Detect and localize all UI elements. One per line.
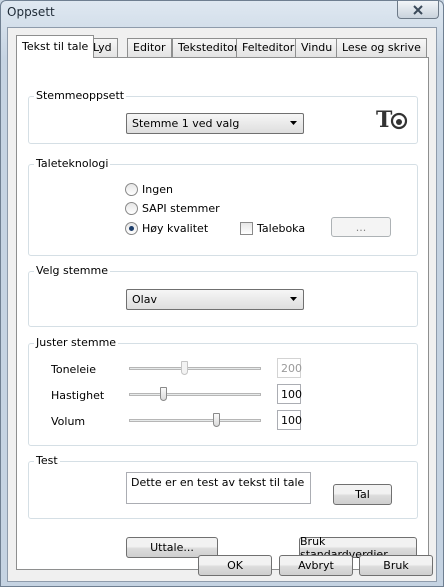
toneleie-label: Toneleie [51,363,96,376]
radio-circle [125,201,138,215]
volum-value[interactable]: 100 [277,410,302,430]
test-text-input[interactable]: Dette er en test av tekst til tale [126,472,311,504]
radio-ingen-label: Ingen [142,182,173,196]
radio-ingen[interactable]: Ingen [125,181,173,197]
voice-combo[interactable]: Olav [126,289,304,310]
hastighet-label: Hastighet [51,389,105,402]
volum-slider[interactable] [125,410,265,430]
hastighet-value[interactable]: 100 [277,384,302,404]
test-label: Test [34,454,60,468]
radio-circle [125,182,138,196]
slider-track [129,367,261,370]
window-title: Oppsett [7,5,55,19]
voice-setup-value: Stemme 1 ved valg [132,117,240,130]
slider-track [129,419,261,422]
chevron-down-icon [290,121,297,125]
slider-track [129,393,261,396]
test-group: Test Dette er en test av tekst til tale … [28,454,418,519]
title-bar[interactable]: Oppsett [1,1,443,27]
tab-lese-og-skrive[interactable]: Lese og skrive [336,38,427,57]
settings-window: Oppsett Tekst til tale Lyd Editor Tekste… [0,0,444,587]
taleboka-checkbox[interactable]: Taleboka [240,220,305,236]
speech-logo: T [376,107,410,133]
juster-stemme-group: Juster stemme Toneleie 200 Hastighet 100… [28,336,418,446]
toneleie-value[interactable]: 200 [277,358,302,378]
juster-stemme-label: Juster stemme [34,336,119,350]
slider-thumb[interactable] [160,387,168,401]
radio-hoy-kvalitet-label: Høy kvalitet [142,221,209,235]
logo-ring-icon [390,112,408,130]
stemmeoppsett-label: Stemmeoppsett [34,89,127,103]
tab-tekst-til-tale[interactable]: Tekst til tale [16,35,95,58]
radio-sapi-label: SAPI stemmer [142,201,220,215]
radio-sapi-stemmer[interactable]: SAPI stemmer [125,200,220,216]
taleteknologi-group: Taleteknologi Ingen SAPI stemmer Høy kva… [28,157,418,256]
velg-stemme-group: Velg stemme Olav [28,264,418,327]
voice-setup-combo[interactable]: Stemme 1 ved valg [126,113,304,134]
radio-circle-checked [125,221,138,235]
ok-button[interactable]: OK [198,555,272,576]
slider-thumb[interactable] [213,413,221,427]
tab-editor[interactable]: Editor [127,38,172,57]
tab-felteditor[interactable]: Felteditor [236,38,301,57]
browse-button[interactable]: ... [331,217,391,237]
tab-vindu[interactable]: Vindu [295,38,339,57]
close-button[interactable] [397,1,439,19]
tab-teksteditor[interactable]: Teksteditor [172,38,245,57]
hastighet-slider[interactable] [125,384,265,404]
chevron-down-icon [290,297,297,301]
checkbox-box [240,221,253,235]
taleboka-label: Taleboka [257,221,306,235]
stemmeoppsett-group: Stemmeoppsett Stemme 1 ved valg T [28,89,418,144]
voice-value: Olav [132,293,157,306]
speak-button[interactable]: Tal [333,484,392,505]
velg-stemme-label: Velg stemme [34,264,110,278]
close-icon [413,4,423,15]
tab-page: Stemmeoppsett Stemme 1 ved valg T Talete… [16,57,429,570]
apply-button[interactable]: Bruk [359,555,433,576]
dialog-client: Tekst til tale Lyd Editor Teksteditor Fe… [7,27,437,582]
taleteknologi-label: Taleteknologi [34,157,111,171]
volum-label: Volum [51,415,86,428]
toneleie-slider[interactable] [125,358,265,378]
cancel-button[interactable]: Avbryt [279,555,353,576]
radio-hoy-kvalitet[interactable]: Høy kvalitet [125,220,208,236]
slider-thumb[interactable] [181,361,189,375]
